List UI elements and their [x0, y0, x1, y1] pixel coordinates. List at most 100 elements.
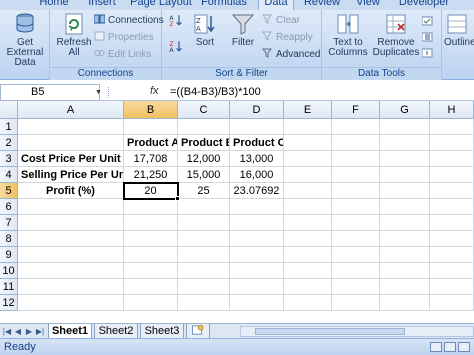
properties-button[interactable]: Properties: [94, 31, 154, 45]
page-layout-view-icon[interactable]: [444, 342, 456, 352]
name-box[interactable]: B5: [0, 84, 100, 101]
grid-cell[interactable]: [430, 295, 474, 311]
grid-cell[interactable]: [230, 119, 284, 135]
grid-cell[interactable]: [178, 295, 230, 311]
grid-cell[interactable]: [430, 167, 474, 183]
sort-ascending-button[interactable]: AZ: [168, 14, 187, 28]
edit-links-button[interactable]: Edit Links: [94, 48, 151, 62]
grid-cell[interactable]: [18, 295, 124, 311]
grid-cell[interactable]: [332, 199, 380, 215]
grid-cell[interactable]: [178, 263, 230, 279]
grid-cell[interactable]: [332, 119, 380, 135]
grid-cell[interactable]: [430, 231, 474, 247]
fill-handle[interactable]: [175, 196, 180, 201]
grid-cell[interactable]: [380, 167, 430, 183]
grid-cell[interactable]: [284, 247, 332, 263]
row-header-9[interactable]: 9: [0, 247, 18, 263]
grid-cell[interactable]: [284, 183, 332, 199]
tab-insert[interactable]: Insert: [82, 0, 122, 10]
grid-cell[interactable]: [284, 199, 332, 215]
grid-cell[interactable]: [124, 119, 178, 135]
grid-cell[interactable]: [284, 167, 332, 183]
grid-cell[interactable]: [18, 135, 124, 151]
tab-formulas[interactable]: Formulas: [198, 0, 250, 10]
sort-button[interactable]: Z A Sort: [188, 12, 222, 48]
sheet-tab-1[interactable]: Sheet1: [48, 324, 92, 339]
grid-cell[interactable]: [380, 183, 430, 199]
grid-cell[interactable]: [284, 263, 332, 279]
column-header-b[interactable]: B: [124, 101, 178, 119]
grid-cell[interactable]: [332, 295, 380, 311]
grid-cell[interactable]: [380, 295, 430, 311]
cell-d5[interactable]: 23.07692: [230, 183, 284, 199]
row-header-6[interactable]: 6: [0, 199, 18, 215]
tab-review[interactable]: Review: [300, 0, 344, 10]
cell-b3[interactable]: 17,708: [124, 151, 178, 167]
cell-b5[interactable]: 20: [124, 183, 178, 199]
cell-a3[interactable]: Cost Price Per Unit: [18, 151, 124, 167]
grid-cell[interactable]: [230, 263, 284, 279]
cell-c4[interactable]: 15,000: [178, 167, 230, 183]
row-header-3[interactable]: 3: [0, 151, 18, 167]
clear-button[interactable]: Clear: [262, 14, 300, 28]
grid-cell[interactable]: [124, 279, 178, 295]
cell-c5[interactable]: 25: [178, 183, 230, 199]
cell-a5[interactable]: Profit (%): [18, 183, 124, 199]
row-header-10[interactable]: 10: [0, 263, 18, 279]
sheet-tab-3[interactable]: Sheet3: [140, 324, 184, 339]
column-header-c[interactable]: C: [178, 101, 230, 119]
tab-developer[interactable]: Developer: [394, 0, 454, 10]
grid-cell[interactable]: [18, 263, 124, 279]
grid-cell[interactable]: [18, 231, 124, 247]
row-header-8[interactable]: 8: [0, 231, 18, 247]
horizontal-scrollbar[interactable]: [240, 326, 474, 337]
grid-cell[interactable]: [124, 295, 178, 311]
data-validation-button[interactable]: [422, 16, 436, 30]
cell-b2[interactable]: Product A: [124, 135, 178, 151]
grid-cell[interactable]: [332, 247, 380, 263]
row-header-1[interactable]: 1: [0, 119, 18, 135]
grid-cell[interactable]: [124, 231, 178, 247]
grid-cell[interactable]: [430, 263, 474, 279]
grid-cell[interactable]: [178, 215, 230, 231]
grid-cell[interactable]: [178, 279, 230, 295]
get-external-data-button[interactable]: Get External Data: [0, 12, 50, 68]
column-header-f[interactable]: F: [332, 101, 380, 119]
text-to-columns-button[interactable]: Text to Columns: [328, 12, 368, 58]
formula-input[interactable]: =((B4-B3)/B3)*100: [170, 84, 261, 101]
grid-cell[interactable]: [18, 199, 124, 215]
grid-cell[interactable]: [284, 119, 332, 135]
grid-cell[interactable]: [332, 215, 380, 231]
name-box-dropdown-icon[interactable]: ▼: [95, 89, 102, 96]
grid-cell[interactable]: [178, 119, 230, 135]
grid-cell[interactable]: [178, 247, 230, 263]
tab-view[interactable]: View: [350, 0, 386, 10]
tab-page-layout[interactable]: Page Layout: [130, 0, 192, 10]
select-all-corner[interactable]: [0, 101, 18, 119]
grid-cell[interactable]: [230, 295, 284, 311]
column-header-e[interactable]: E: [284, 101, 332, 119]
grid-cell[interactable]: [380, 231, 430, 247]
next-sheet-icon[interactable]: ▶: [24, 326, 34, 337]
connections-button[interactable]: Connections: [94, 14, 164, 28]
grid-cell[interactable]: [430, 199, 474, 215]
grid-cell[interactable]: [124, 263, 178, 279]
cell-b4[interactable]: 21,250: [124, 167, 178, 183]
grid-cell[interactable]: [124, 215, 178, 231]
page-break-view-icon[interactable]: [458, 342, 470, 352]
grid-cell[interactable]: [178, 199, 230, 215]
grid-cell[interactable]: [284, 279, 332, 295]
grid-cell[interactable]: [380, 199, 430, 215]
sheet-tab-2[interactable]: Sheet2: [94, 324, 138, 339]
grid-cell[interactable]: [332, 231, 380, 247]
grid-cell[interactable]: [430, 247, 474, 263]
previous-sheet-icon[interactable]: ◀: [13, 326, 23, 337]
grid-cell[interactable]: [18, 119, 124, 135]
grid-cell[interactable]: [230, 279, 284, 295]
grid-cell[interactable]: [430, 215, 474, 231]
grid-cell[interactable]: [380, 279, 430, 295]
row-header-4[interactable]: 4: [0, 167, 18, 183]
grid-cell[interactable]: [332, 135, 380, 151]
grid-cell[interactable]: [230, 215, 284, 231]
grid-cell[interactable]: [332, 183, 380, 199]
